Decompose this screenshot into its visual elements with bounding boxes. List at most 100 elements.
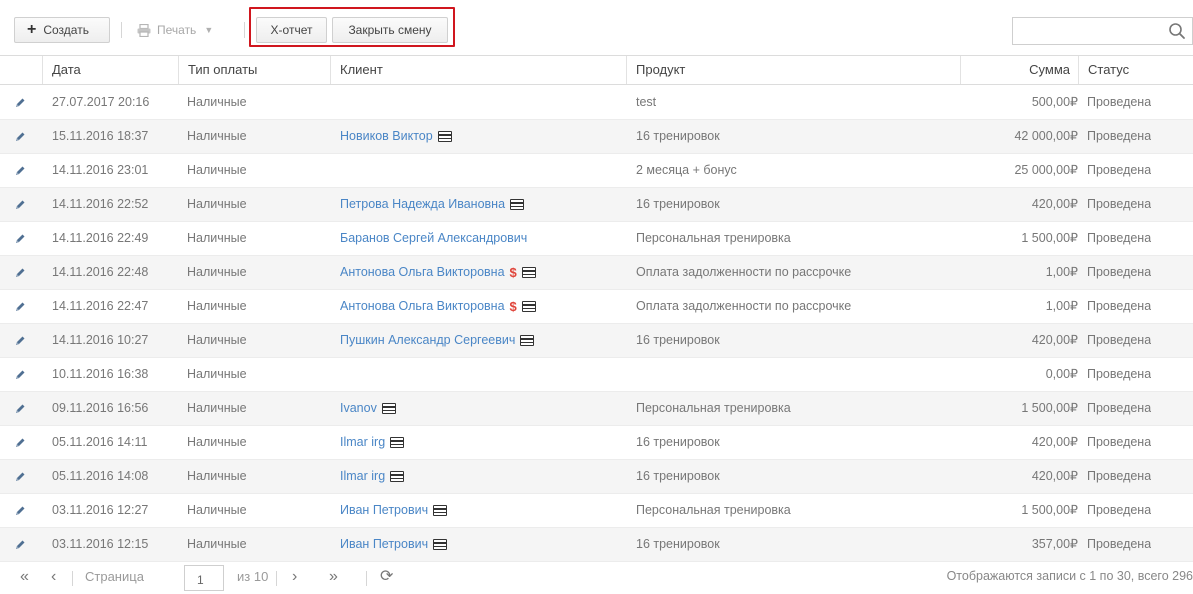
pencil-icon[interactable] xyxy=(14,335,26,347)
product-cell: 16 тренировок xyxy=(636,435,720,449)
client-link[interactable]: Антонова Ольга Викторовна xyxy=(340,256,505,289)
edit-cell xyxy=(14,392,28,425)
create-button[interactable]: + Создать xyxy=(14,17,110,43)
date-cell: 05.11.2016 14:11 xyxy=(52,435,148,449)
print-button[interactable]: Печать ▼ xyxy=(130,17,236,43)
sum-cell: 500,00₽ xyxy=(1031,95,1078,109)
payment-type-cell: Наличные xyxy=(187,435,247,449)
column-header-payment-type[interactable]: Тип оплаты xyxy=(178,56,330,84)
pencil-icon[interactable] xyxy=(14,369,26,381)
client-link[interactable]: Антонова Ольга Викторовна xyxy=(340,290,505,323)
pencil-icon[interactable] xyxy=(14,437,26,449)
payment-type-cell: Наличные xyxy=(187,95,247,109)
table-row[interactable]: 14.11.2016 22:49 Наличные Баранов Сергей А… xyxy=(0,222,1193,256)
pencil-icon[interactable] xyxy=(14,267,26,279)
table-header: Дата Тип оплаты Клиент Продукт Сумма Ста… xyxy=(0,55,1193,85)
table-row[interactable]: 14.11.2016 22:52 Наличные Петрова Надежда … xyxy=(0,188,1193,222)
date-cell: 10.11.2016 16:38 xyxy=(52,367,149,381)
table-row[interactable]: 05.11.2016 14:11 Наличные Ilmar irg 16 трен… xyxy=(0,426,1193,460)
client-cell: Ilmar irg xyxy=(340,460,405,493)
status-cell: Проведена xyxy=(1087,537,1152,551)
date-cell: 05.11.2016 14:08 xyxy=(52,469,149,483)
pencil-icon[interactable] xyxy=(14,165,26,177)
table-row[interactable]: 03.11.2016 12:15 Наличные Иван Петрович 16 … xyxy=(0,528,1193,562)
client-cell: Ivanov xyxy=(340,392,396,425)
pencil-icon[interactable] xyxy=(14,97,26,109)
client-link[interactable]: Новиков Виктор xyxy=(340,120,433,153)
card-icon xyxy=(390,471,405,482)
payment-type-cell: Наличные xyxy=(187,129,247,143)
client-cell: Ilmar irg xyxy=(340,426,405,459)
product-cell: Оплата задолженности по рассрочке xyxy=(636,265,852,279)
date-cell: 03.11.2016 12:15 xyxy=(52,537,149,551)
pager-divider xyxy=(366,571,367,586)
product-cell: 16 тренировок xyxy=(636,469,720,483)
table-row[interactable]: 05.11.2016 14:08 Наличные Ilmar irg 16 трен… xyxy=(0,460,1193,494)
toolbar: + Создать Печать ▼ Х-отчет Закрыть смену xyxy=(0,0,1193,56)
client-cell: Антонова Ольга Викторовна $ xyxy=(340,290,536,323)
date-cell: 14.11.2016 22:47 xyxy=(52,299,149,313)
sum-cell: 42 000,00₽ xyxy=(1014,129,1078,143)
prev-page-icon[interactable]: ‹ xyxy=(51,569,56,585)
client-link[interactable]: Пушкин Александр Сергеевич xyxy=(340,324,515,357)
pencil-icon[interactable] xyxy=(14,233,26,245)
card-icon xyxy=(510,199,525,210)
status-cell: Проведена xyxy=(1087,231,1152,245)
sum-cell: 420,00₽ xyxy=(1031,435,1078,449)
plus-icon: + xyxy=(27,21,37,38)
table-row[interactable]: 27.07.2017 20:16 Наличные test 500,00₽ Прове… xyxy=(0,86,1193,120)
pencil-icon[interactable] xyxy=(14,505,26,517)
status-cell: Проведена xyxy=(1087,129,1152,143)
product-cell: Персональная тренировка xyxy=(636,401,791,415)
client-link[interactable]: Ilmar irg xyxy=(340,460,385,493)
status-cell: Проведена xyxy=(1087,503,1152,517)
search-input[interactable] xyxy=(1012,17,1193,45)
client-link[interactable]: Ilmar irg xyxy=(340,426,385,459)
table-row[interactable]: 14.11.2016 22:47 Наличные Антонова Ольга В… xyxy=(0,290,1193,324)
printer-icon xyxy=(137,23,151,37)
client-link[interactable]: Баранов Сергей Александрович xyxy=(340,222,527,255)
table-row[interactable]: 10.11.2016 16:38 Наличные 0,00₽ Проведена xyxy=(0,358,1193,392)
dollar-icon: $ xyxy=(509,265,517,280)
client-link[interactable]: Иван Петрович xyxy=(340,528,428,561)
client-link[interactable]: Иван Петрович xyxy=(340,494,428,527)
first-page-icon[interactable]: « xyxy=(20,569,29,585)
status-cell: Проведена xyxy=(1087,401,1152,415)
card-icon xyxy=(521,301,536,312)
column-header-date[interactable]: Дата xyxy=(42,56,178,84)
pencil-icon[interactable] xyxy=(14,131,26,143)
column-header-sum[interactable]: Сумма xyxy=(960,56,1078,84)
edit-cell xyxy=(14,290,28,323)
status-cell: Проведена xyxy=(1087,367,1152,381)
column-header-status[interactable]: Статус xyxy=(1078,56,1193,84)
date-cell: 14.11.2016 10:27 xyxy=(52,333,149,347)
table-row[interactable]: 14.11.2016 22:48 Наличные Антонова Ольга В… xyxy=(0,256,1193,290)
next-page-icon[interactable]: › xyxy=(292,569,297,585)
table-row[interactable]: 14.11.2016 10:27 Наличные Пушкин Александр… xyxy=(0,324,1193,358)
payment-type-cell: Наличные xyxy=(187,299,247,313)
pencil-icon[interactable] xyxy=(14,539,26,551)
search-icon[interactable] xyxy=(1168,22,1186,40)
sum-cell: 420,00₽ xyxy=(1031,333,1078,347)
table-row[interactable]: 03.11.2016 12:27 Наличные Иван Петрович Пер… xyxy=(0,494,1193,528)
records-info: Отображаются записи с 1 по 30, всего 296 xyxy=(946,569,1193,583)
table-row[interactable]: 14.11.2016 23:01 Наличные 2 месяца + бонус… xyxy=(0,154,1193,188)
edit-cell xyxy=(14,528,28,561)
refresh-icon[interactable]: ⟳ xyxy=(380,569,393,585)
pager-divider xyxy=(72,571,73,586)
toolbar-divider xyxy=(121,22,122,38)
table-row[interactable]: 15.11.2016 18:37 Наличные Новиков Виктор 16… xyxy=(0,120,1193,154)
payment-type-cell: Наличные xyxy=(187,367,247,381)
table-row[interactable]: 09.11.2016 16:56 Наличные Ivanov Персональн… xyxy=(0,392,1193,426)
pencil-icon[interactable] xyxy=(14,199,26,211)
column-header-client[interactable]: Клиент xyxy=(330,56,626,84)
last-page-icon[interactable]: » xyxy=(329,569,338,585)
page-number-input[interactable]: 1 xyxy=(184,565,224,591)
payment-type-cell: Наличные xyxy=(187,333,247,347)
pencil-icon[interactable] xyxy=(14,471,26,483)
pencil-icon[interactable] xyxy=(14,403,26,415)
client-link[interactable]: Петрова Надежда Ивановна xyxy=(340,188,505,221)
pencil-icon[interactable] xyxy=(14,301,26,313)
client-link[interactable]: Ivanov xyxy=(340,392,377,425)
column-header-product[interactable]: Продукт xyxy=(626,56,960,84)
